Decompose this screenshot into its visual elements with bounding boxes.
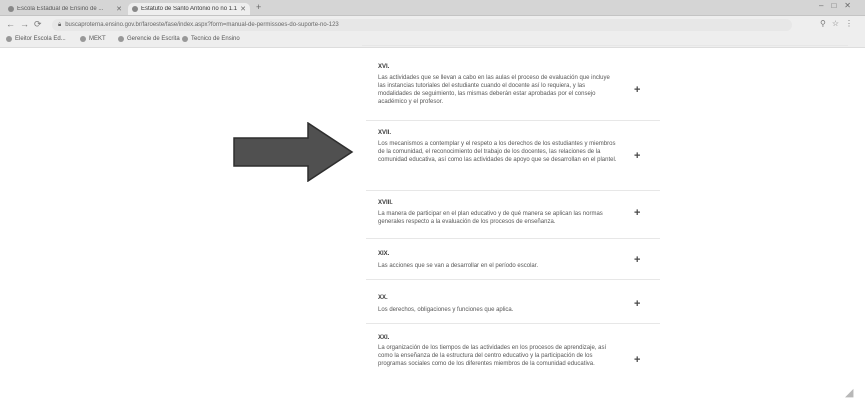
tab-close-icon[interactable]: ✕ <box>240 5 246 13</box>
bookmark-icon <box>182 36 188 42</box>
divider <box>362 45 848 46</box>
accordion-item-xix[interactable]: XIX. Las acciones que se van a desarroll… <box>366 245 660 280</box>
expand-plus-icon[interactable]: + <box>634 208 640 219</box>
section-title: XXI. <box>378 335 390 341</box>
accordion-item-xxi[interactable]: XXI. La organización de los tiempos de l… <box>366 330 660 388</box>
browser-tab-2[interactable]: Estatuto de Santo Antonio no no 1.1 ... … <box>128 3 250 15</box>
section-text: Los mecanismos a contemplar y el respeto… <box>378 141 617 163</box>
back-icon[interactable]: ← <box>6 19 15 29</box>
accordion-item-xvii[interactable]: XVII. Los mecanismos a contemplar y el r… <box>366 124 660 191</box>
section-title: XVII. <box>378 130 392 136</box>
bookmark-item[interactable]: Gerencie de Escrita <box>118 36 180 42</box>
bookmark-item[interactable]: Tecnico de Ensino <box>182 36 240 42</box>
forward-icon[interactable]: → <box>20 19 29 29</box>
section-title: XVI. <box>378 64 390 70</box>
tab-favicon-icon <box>8 6 14 12</box>
reload-icon[interactable]: ⟳ <box>34 19 42 30</box>
tab-title: Escola Estadual de Ensino de ... <box>17 6 104 12</box>
scroll-corner-icon: ◢ <box>845 387 854 399</box>
bookmark-item[interactable]: MEKT <box>80 36 106 42</box>
bookmark-icon <box>118 36 124 42</box>
tab-title: Estatuto de Santo Antonio no no 1.1 ... <box>141 6 239 12</box>
expand-plus-icon[interactable]: + <box>634 255 640 266</box>
section-title: XX. <box>378 295 388 301</box>
expand-plus-icon[interactable]: + <box>634 355 640 366</box>
tab-favicon-icon <box>132 6 138 12</box>
bookmark-icon <box>80 36 86 42</box>
expand-plus-icon[interactable]: + <box>634 299 640 310</box>
section-text: La manera de participar en el plan educa… <box>378 211 603 225</box>
accordion-item-xx[interactable]: XX. Los derechos, obligaciones y funcion… <box>366 289 660 324</box>
expand-plus-icon[interactable]: + <box>634 85 640 96</box>
section-text: Los derechos, obligaciones y funciones q… <box>378 307 514 313</box>
address-bar[interactable]: 🔒︎ buscaproterna.ensino.gov.br/faroeste/… <box>52 19 792 31</box>
accordion-item-xviii[interactable]: XVIII. La manera de participar en el pla… <box>366 194 660 239</box>
pointer-arrow-icon <box>233 122 354 182</box>
section-text: Las actividades que se llevan a cabo en … <box>378 75 610 105</box>
bookmark-item[interactable]: Eleitor Escola Ed... <box>6 36 66 42</box>
window-controls[interactable]: –□✕ <box>819 1 859 10</box>
bookmark-icon <box>6 36 12 42</box>
address-text: buscaproterna.ensino.gov.br/faroeste/fas… <box>65 22 339 28</box>
tab-close-icon[interactable]: ✕ <box>116 5 122 13</box>
section-title: XIX. <box>378 251 390 257</box>
browser-tab-bar: Escola Estadual de Ensino de ... ✕ Estat… <box>0 0 865 16</box>
section-title: XVIII. <box>378 200 393 206</box>
browser-toolbar: ← → ⟳ 🔒︎ buscaproterna.ensino.gov.br/far… <box>0 16 865 34</box>
new-tab-icon[interactable]: + <box>256 2 261 12</box>
browser-tab-1[interactable]: Escola Estadual de Ensino de ... ✕ <box>4 3 126 15</box>
lock-icon: 🔒︎ <box>58 21 62 28</box>
expand-plus-icon[interactable]: + <box>634 151 640 162</box>
section-text: La organización de los tiempos de las ac… <box>378 345 607 367</box>
toolbar-icons[interactable]: ⚲☆⋮ <box>820 19 859 28</box>
accordion-item-xvi[interactable]: XVI. Las actividades que se llevan a cab… <box>366 58 660 121</box>
section-text: Las acciones que se van a desarrollar en… <box>378 263 539 269</box>
